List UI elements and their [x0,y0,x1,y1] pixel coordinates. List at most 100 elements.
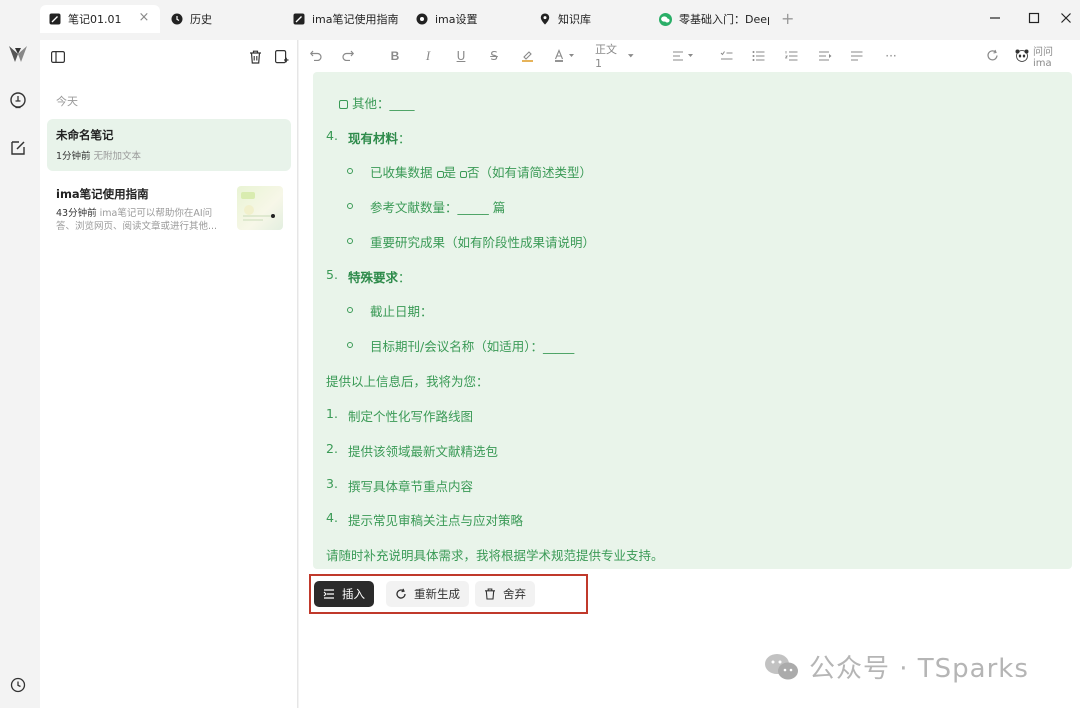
watermark: 公众号 · TSparks [763,648,1029,685]
history-icon[interactable] [8,675,28,695]
tab-note-0101[interactable]: 笔记01.01 × [40,5,160,33]
content-line-intro: 提供以上信息后，我将为您： [326,374,489,389]
watermark-text: 公众号 · TSparks [809,654,1029,684]
content-line-other: 其他：____ [339,93,415,112]
new-tab-button[interactable]: + [781,9,794,28]
content-line-target-journal: 目标期刊/会议名称（如适用）：_____ [370,339,575,354]
tab-label: 零基础入门：Deep [679,13,769,26]
numbered-list-icon[interactable] [784,48,798,63]
tab-label: ima设置 [435,13,478,26]
wechat-icon [659,12,672,26]
note-thumbnail [237,186,283,230]
note-time: 1分钟前 [56,151,91,162]
bullet-icon [347,203,353,209]
clock-icon [170,13,183,26]
content-line-closing: 请随时补充说明具体需求，我将根据学术规范提供专业支持。 [326,548,664,563]
note-item-selected[interactable]: 未命名笔记 1分钟前 无附加文本 [47,119,291,171]
list-number: 4. [326,128,338,143]
refresh-icon [395,588,407,600]
more-icon[interactable]: ··· [883,48,899,63]
redo-icon[interactable] [341,48,355,63]
tab-label: 知识库 [558,13,591,26]
panda-icon [1015,49,1029,62]
list-number: 2. [326,441,338,456]
undo-icon[interactable] [309,48,323,63]
wechat-icon [763,652,801,682]
paragraph-style-value: 正文1 [595,43,617,70]
trash-icon [484,588,496,600]
close-window-button[interactable] [1058,10,1074,26]
content-line-step: 提示常见审稿关注点与应对策略 [348,513,524,528]
new-note-icon[interactable] [273,48,291,66]
insert-icon [323,588,335,600]
list-number: 1. [326,406,338,421]
list-number: 4. [326,510,338,525]
format-toolbar: B I U S 正文1 ··· 问问ima [299,40,1080,70]
content-line-step: 提供该领域最新文献精选包 [348,444,499,459]
tab-ima-settings[interactable]: ima设置 [415,5,515,33]
content-line-step: 制定个性化写作路线图 [348,409,474,424]
discard-button[interactable]: 舍弃 [475,581,535,607]
bullet-icon [347,238,353,244]
paragraph-style-select[interactable]: 正文1 [595,43,635,70]
gear-icon [415,13,428,26]
italic-icon[interactable]: I [421,48,435,63]
strikethrough-icon[interactable]: S [487,48,501,63]
tab-label: ima笔记使用指南 [312,13,399,26]
lightbulb-icon[interactable] [8,91,28,111]
notes-list-panel: 今天 未命名笔记 1分钟前 无附加文本 ima笔记使用指南 43分钟前 ima笔记… [40,40,298,708]
ai-generated-content: 其他：____ 4. 现有材料： 已收集数据 是 否（如有请简述类型） 参考文献… [313,72,1072,569]
discard-label: 舍弃 [503,587,526,601]
bullet-icon [347,307,353,313]
tab-history[interactable]: 历史 [170,5,270,33]
minimize-button[interactable] [987,10,1003,26]
font-color-icon[interactable] [553,48,579,63]
close-icon[interactable]: × [138,11,150,24]
tab-label: 笔记01.01 [68,13,122,26]
note-item[interactable]: ima笔记使用指南 43分钟前 ima笔记可以帮助你在AI问 答、浏览网页、阅读… [47,178,291,238]
tab-bar: 笔记01.01 × 历史 ima笔记使用指南 ima设置 知识库 零基础入门：D… [0,0,1080,38]
ask-ima-label: 问问ima [1033,46,1053,69]
insert-button[interactable]: 插入 [314,581,374,607]
refresh-icon[interactable] [985,48,999,63]
checkbox-icon [436,171,444,178]
tab-knowledge-base[interactable]: 知识库 [538,5,638,33]
list-number: 5. [326,267,338,282]
note-time: 43分钟前 [56,208,97,219]
left-rail [0,38,36,708]
highlight-icon[interactable] [520,48,534,63]
note-preview-line-2: 答、浏览网页、阅读文章或进行其他... [56,221,218,232]
trash-icon[interactable] [246,48,264,66]
bullet-icon [347,342,353,348]
bullet-icon [347,168,353,174]
tab-label: 历史 [190,13,212,26]
tab-deepseek-article[interactable]: 零基础入门：Deep [659,5,769,33]
tab-ima-guide[interactable]: ima笔记使用指南 [292,5,407,33]
checklist-icon[interactable] [719,48,733,63]
location-icon [538,13,551,26]
insert-label: 插入 [342,587,365,601]
align-icon[interactable] [671,48,697,63]
note-preview-line-1: 43分钟前 ima笔记可以帮助你在AI问 [56,208,213,219]
content-line-references: 参考文献数量：_____ 篇 [370,200,506,215]
content-line-collected-data: 已收集数据 是 否（如有请简述类型） [370,165,593,180]
edit-icon[interactable] [8,138,28,158]
list-format-icon[interactable] [849,48,863,63]
sidebar-toggle-icon[interactable] [49,48,67,66]
checkbox-icon [339,100,348,109]
note-preview: 无附加文本 [93,151,142,162]
bold-icon[interactable]: B [388,48,402,63]
note-icon [48,13,61,26]
indent-icon[interactable] [817,48,833,63]
content-line-step: 撰写具体章节重点内容 [348,479,474,494]
bullet-list-icon[interactable] [751,48,765,63]
section-heading-materials: 现有材料： [348,131,411,146]
editor-pane: B I U S 正文1 ··· 问问ima 其他：____ 4. 现有材料： 已… [299,40,1080,708]
section-label-today: 今天 [56,95,78,108]
ask-ima-button[interactable]: 问问ima [1015,47,1071,69]
underline-icon[interactable]: U [454,48,468,63]
regenerate-label: 重新生成 [414,587,460,601]
section-heading-requirements: 特殊要求： [348,270,411,285]
maximize-button[interactable] [1026,10,1042,26]
regenerate-button[interactable]: 重新生成 [386,581,469,607]
